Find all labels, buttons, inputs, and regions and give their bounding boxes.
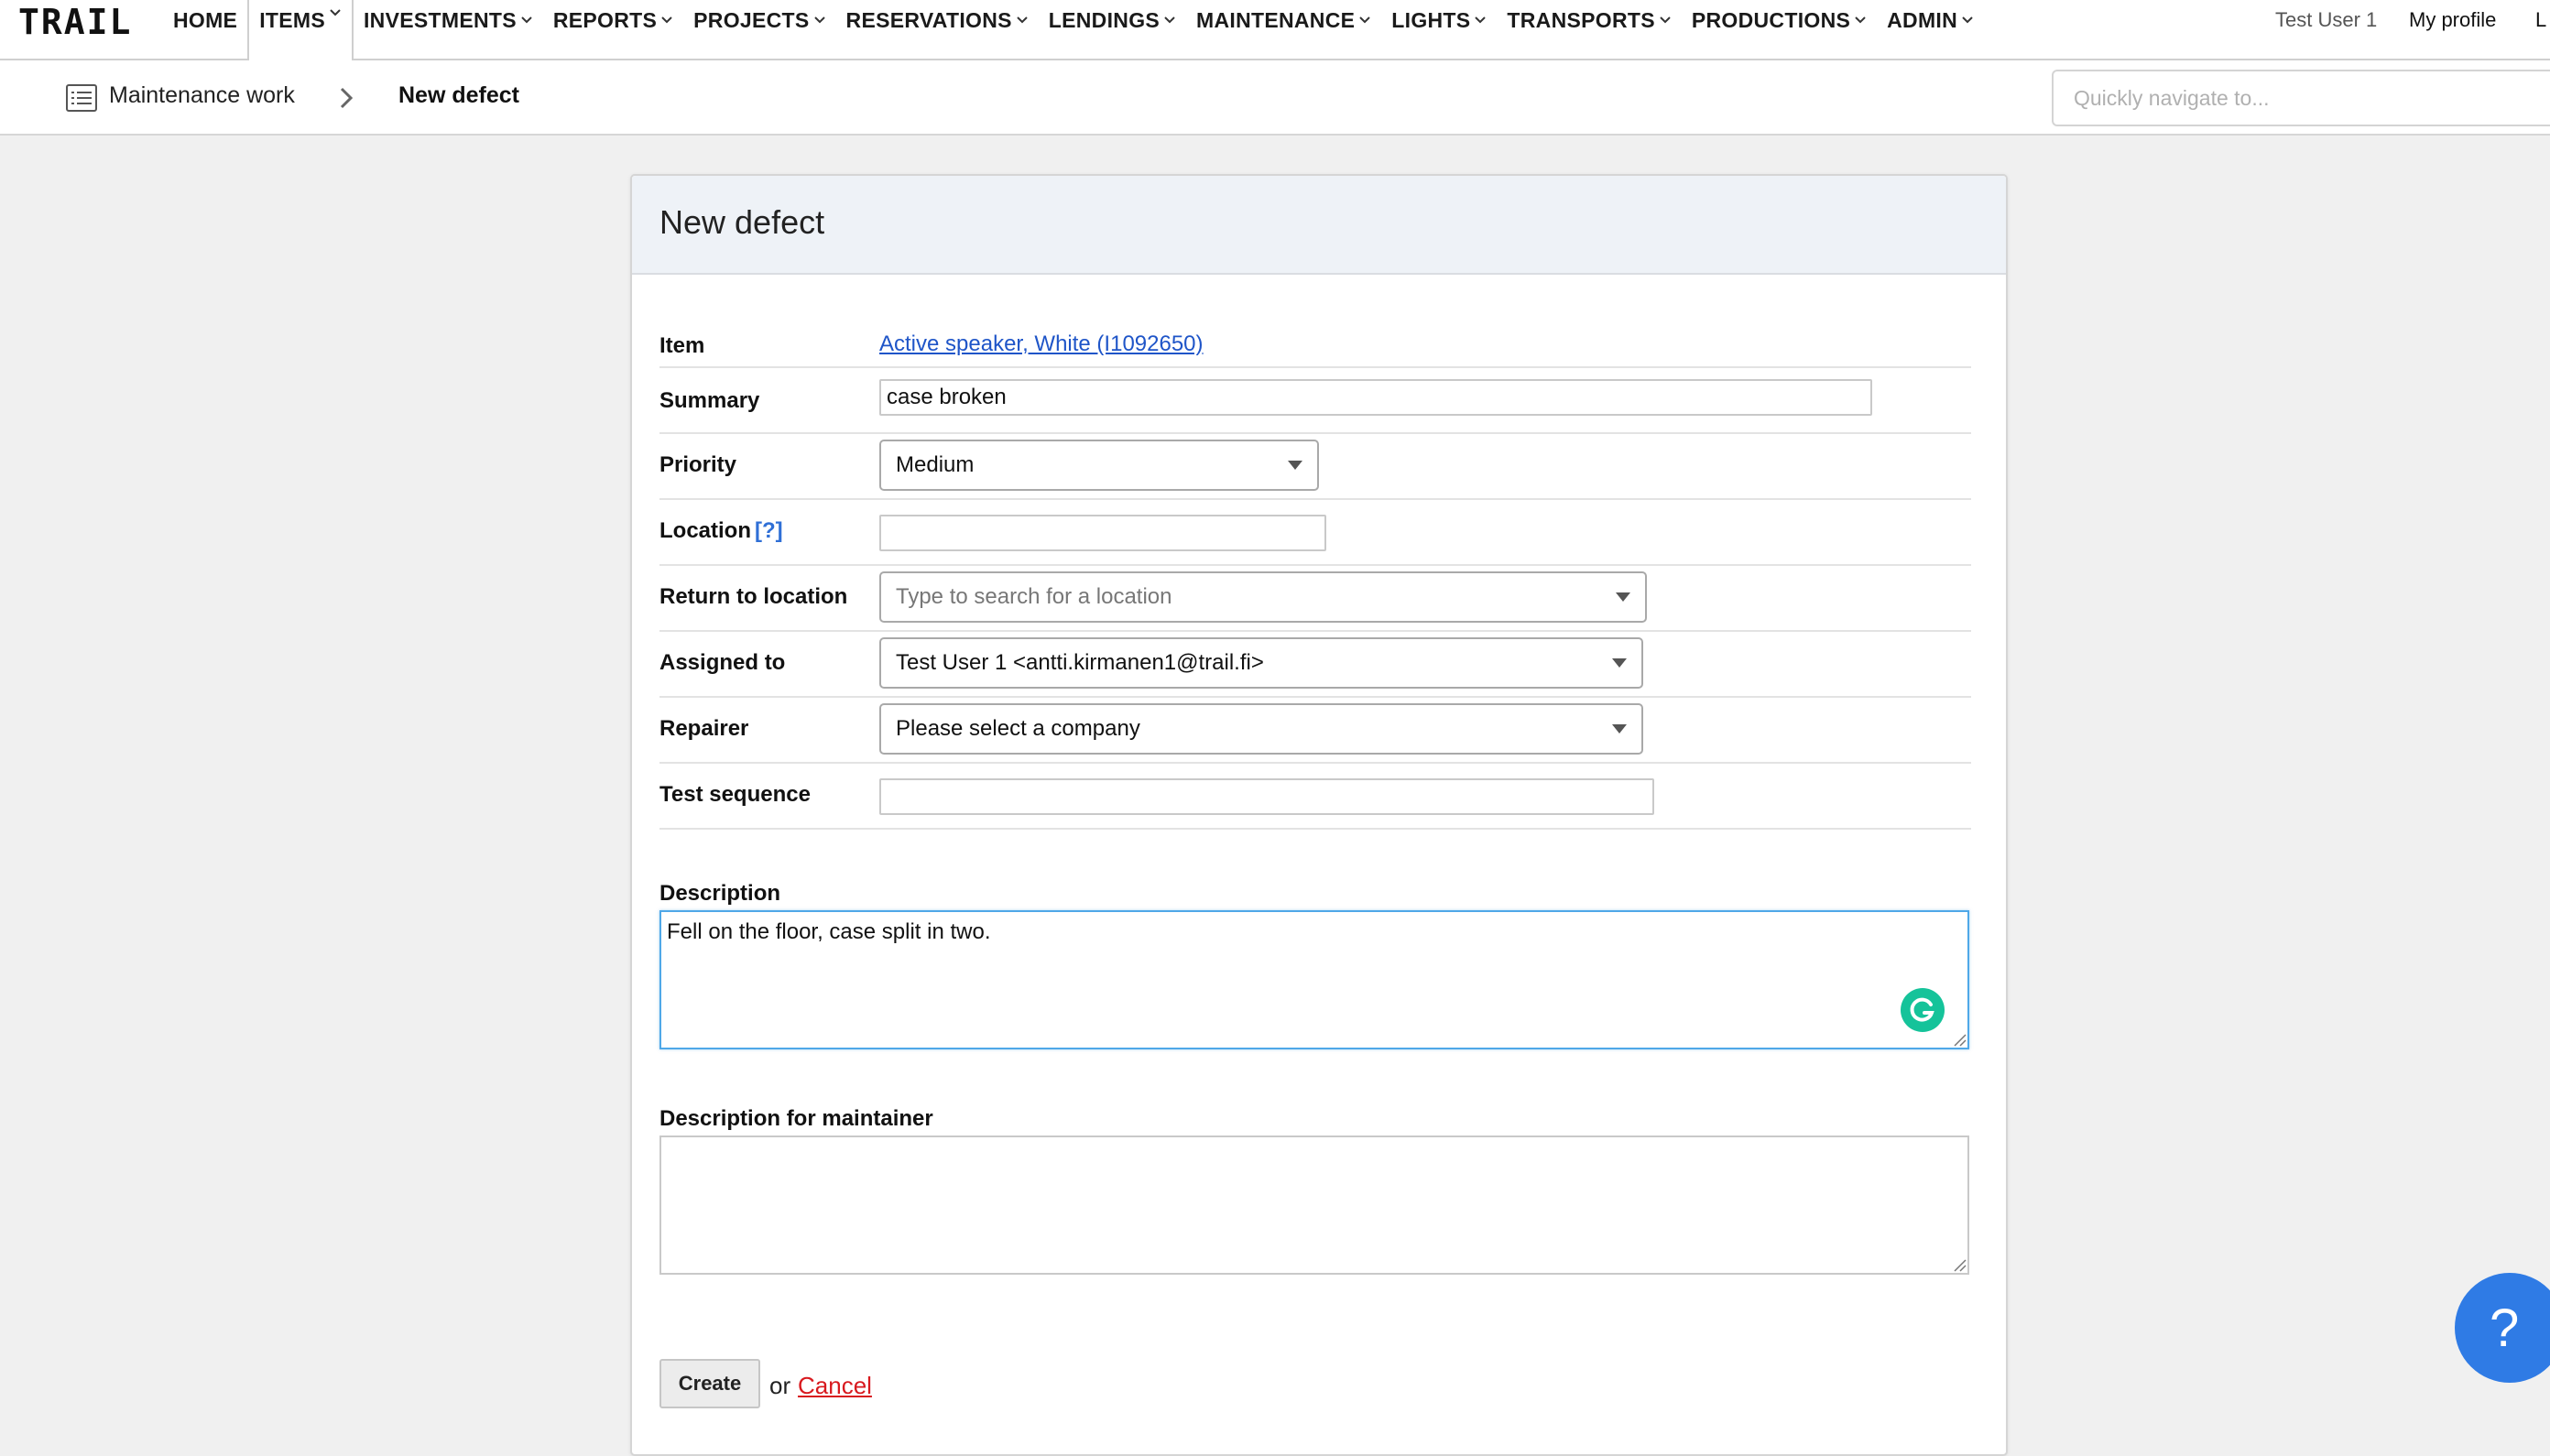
nav-item-items[interactable]: ITEMS	[247, 0, 354, 60]
location-input[interactable]	[879, 515, 1326, 551]
nav-item-label: TRANSPORTS	[1507, 7, 1655, 32]
chevron-down-icon	[1017, 16, 1028, 24]
summary-input[interactable]	[879, 379, 1872, 416]
nav-item-maintenance[interactable]: MAINTENANCE	[1186, 0, 1381, 40]
assigned-to-row: Assigned to Test User 1 <antti.kirmanen1…	[659, 632, 1971, 698]
chevron-down-icon	[813, 16, 825, 24]
description-label: Description	[659, 881, 781, 906]
priority-select[interactable]: Medium	[879, 440, 1319, 491]
resize-grip-icon[interactable]	[1951, 1256, 1967, 1273]
grammarly-icon[interactable]	[1900, 987, 1945, 1033]
return-location-label: Return to location	[659, 584, 848, 609]
summary-label: Summary	[659, 388, 760, 413]
chevron-down-icon	[330, 9, 341, 16]
chevron-down-icon	[1962, 16, 1973, 24]
nav-item-projects[interactable]: PROJECTS	[683, 0, 835, 40]
cancel-link[interactable]: Cancel	[798, 1372, 872, 1400]
chevron-down-icon	[1475, 16, 1487, 24]
nav-item-reservations[interactable]: RESERVATIONS	[836, 0, 1039, 40]
dropdown-caret-icon	[1612, 724, 1627, 733]
description-textarea[interactable]: Fell on the floor, case split in two.	[659, 910, 1969, 1049]
chevron-down-icon	[661, 16, 672, 24]
nav-item-home[interactable]: HOME	[163, 0, 247, 40]
item-row: Item	[659, 331, 1971, 368]
location-label: Location	[659, 518, 751, 543]
nav-item-label: RESERVATIONS	[845, 7, 1012, 32]
item-label: Item	[659, 333, 705, 358]
maintainer-description-label: Description for maintainer	[659, 1106, 933, 1131]
repairer-placeholder: Please select a company	[896, 716, 1140, 741]
assigned-to-select[interactable]: Test User 1 <antti.kirmanen1@trail.fi>	[879, 637, 1643, 689]
return-location-row: Return to location Type to search for a …	[659, 566, 1971, 632]
top-navigation-bar: TRAIL HOME ITEMS INVESTMENTS REPORTS PROJECT…	[0, 0, 2550, 60]
nav-item-label: ITEMS	[259, 8, 325, 32]
chevron-down-icon	[1660, 16, 1671, 24]
create-button[interactable]: Create	[659, 1359, 760, 1408]
priority-label: Priority	[659, 452, 737, 477]
svg-text:TRAIL: TRAIL	[18, 4, 132, 40]
card-header: New defect	[632, 176, 2006, 275]
trail-logo[interactable]: TRAIL	[18, 4, 147, 40]
nav-item-lendings[interactable]: LENDINGS	[1039, 0, 1186, 40]
breadcrumb-maintenance-work[interactable]: Maintenance work	[109, 82, 295, 109]
current-user-name[interactable]: Test User 1	[2275, 0, 2377, 40]
dropdown-caret-icon	[1616, 592, 1630, 602]
nav-item-label: INVESTMENTS	[363, 7, 517, 32]
page-title: New defect	[659, 203, 825, 241]
priority-selected-value: Medium	[896, 452, 975, 477]
return-location-placeholder: Type to search for a location	[896, 584, 1172, 609]
nav-item-label: PROJECTS	[693, 7, 810, 32]
nav-item-label: ADMIN	[1887, 7, 1958, 32]
quick-navigate-input[interactable]	[2052, 70, 2550, 126]
assigned-to-selected-value: Test User 1 <antti.kirmanen1@trail.fi>	[896, 650, 1264, 675]
return-location-select[interactable]: Type to search for a location	[879, 571, 1647, 623]
location-help-link[interactable]: [?]	[755, 518, 783, 543]
main-menu: HOME ITEMS INVESTMENTS REPORTS PROJECTS RESER…	[163, 0, 1984, 60]
chevron-down-icon	[1164, 16, 1175, 24]
description-text: Fell on the floor, case split in two.	[667, 919, 991, 944]
logout-link-truncated[interactable]: L	[2535, 0, 2546, 40]
nav-item-label: REPORTS	[552, 7, 658, 32]
assigned-to-label: Assigned to	[659, 650, 786, 675]
nav-item-lights[interactable]: LIGHTS	[1381, 0, 1497, 40]
test-sequence-input[interactable]	[879, 778, 1654, 815]
location-row: Location [?]	[659, 500, 1971, 566]
repairer-select[interactable]: Please select a company	[879, 703, 1643, 755]
list-icon	[66, 84, 97, 112]
nav-item-transports[interactable]: TRANSPORTS	[1497, 0, 1681, 40]
nav-item-label: PRODUCTIONS	[1691, 7, 1851, 32]
maintainer-description-textarea[interactable]	[659, 1135, 1969, 1275]
breadcrumb-current-page: New defect	[398, 82, 519, 108]
question-mark-icon: ?	[2490, 1298, 2520, 1358]
resize-grip-icon[interactable]	[1951, 1031, 1967, 1048]
test-sequence-row: Test sequence	[659, 764, 1971, 830]
nav-item-productions[interactable]: PRODUCTIONS	[1682, 0, 1877, 40]
location-label-group: Location [?]	[659, 518, 783, 544]
repairer-row: Repairer Please select a company	[659, 698, 1971, 764]
new-defect-card: New defect Item Active speaker, White (I…	[630, 174, 2008, 1456]
nav-item-label: HOME	[173, 7, 238, 32]
nav-item-investments[interactable]: INVESTMENTS	[354, 0, 543, 40]
repairer-label: Repairer	[659, 716, 749, 741]
breadcrumb-bar: Maintenance work New defect	[0, 60, 2550, 136]
summary-row: Summary	[659, 368, 1971, 434]
priority-row: Priority Medium	[659, 434, 1971, 500]
test-sequence-label: Test sequence	[659, 782, 811, 807]
chevron-down-icon	[1359, 16, 1370, 24]
item-link[interactable]: Active speaker, White (I1092650)	[879, 331, 1204, 357]
nav-item-label: LENDINGS	[1048, 7, 1161, 32]
help-button[interactable]: ?	[2455, 1273, 2550, 1383]
chevron-down-icon	[1855, 16, 1866, 24]
chevron-right-icon	[340, 87, 354, 109]
chevron-down-icon	[521, 16, 532, 24]
my-profile-link[interactable]: My profile	[2409, 0, 2496, 40]
nav-item-admin[interactable]: ADMIN	[1877, 0, 1984, 40]
dropdown-caret-icon	[1288, 461, 1302, 470]
nav-item-reports[interactable]: REPORTS	[543, 0, 683, 40]
dropdown-caret-icon	[1612, 658, 1627, 668]
nav-item-label: LIGHTS	[1391, 7, 1471, 32]
or-text: or	[769, 1372, 791, 1399]
nav-item-label: MAINTENANCE	[1196, 7, 1356, 32]
